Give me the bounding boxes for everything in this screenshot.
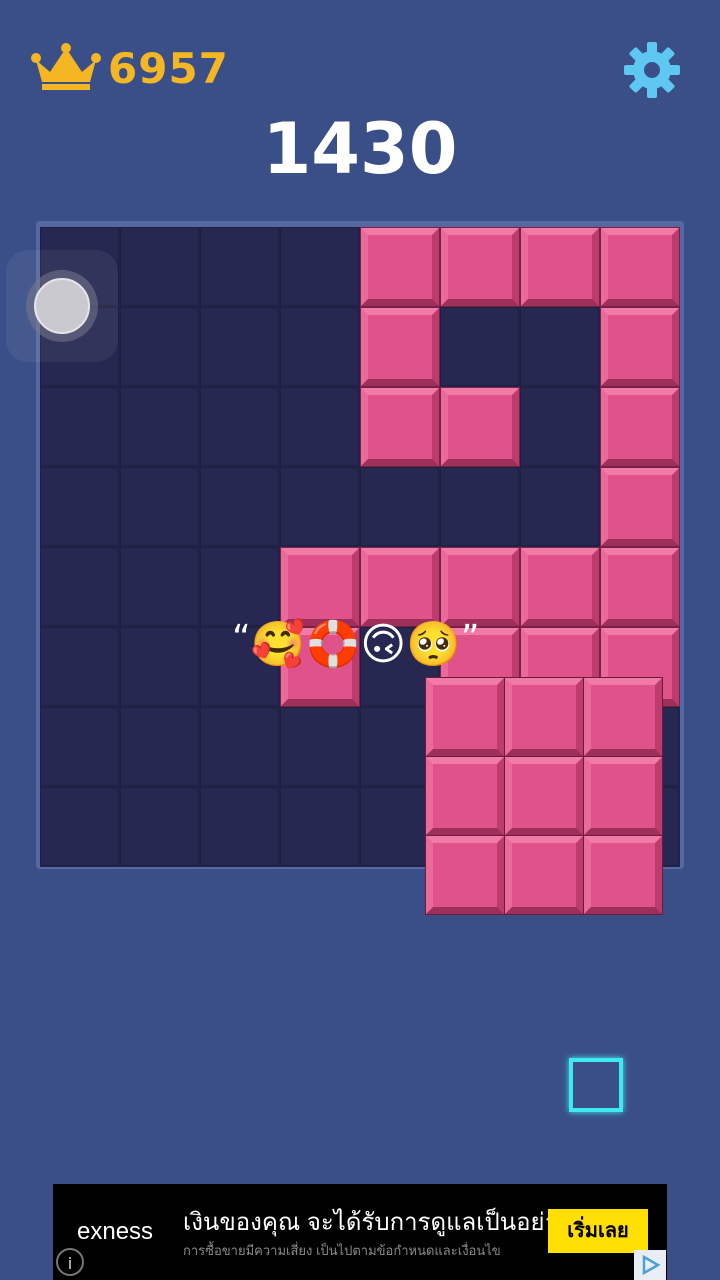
board-block — [441, 388, 519, 466]
board-block — [361, 228, 439, 306]
ad-cta-button[interactable]: เริ่มเลย — [548, 1209, 648, 1253]
board-cell[interactable] — [120, 387, 199, 466]
board-cell[interactable] — [40, 387, 119, 466]
board-cell[interactable] — [440, 467, 519, 546]
board-block — [441, 228, 519, 306]
board-block — [361, 388, 439, 466]
board-cell[interactable] — [200, 307, 279, 386]
board-cell[interactable] — [520, 307, 599, 386]
ad-info-icon[interactable]: i — [56, 1248, 84, 1276]
emoji-caption: “🥰🛟🙃🥺” — [232, 618, 480, 670]
board-block — [441, 548, 519, 626]
board-block — [521, 548, 599, 626]
board-cell[interactable] — [280, 787, 359, 866]
board-cell[interactable] — [40, 707, 119, 786]
board-cell[interactable] — [200, 547, 279, 626]
board-block — [601, 308, 679, 386]
board-cell[interactable] — [40, 467, 119, 546]
ad-headline: เงินของคุณ จะได้รับการดูแลเป็นอย่างดี — [183, 1209, 586, 1236]
board-cell[interactable] — [120, 227, 199, 306]
board-cell[interactable] — [200, 387, 279, 466]
board-block — [361, 548, 439, 626]
caption-emojis: 🥰🛟🙃🥺 — [250, 619, 461, 670]
board-cell[interactable] — [200, 787, 279, 866]
board-cell[interactable] — [200, 467, 279, 546]
open-quote: “ — [232, 618, 251, 659]
board-block — [601, 228, 679, 306]
current-score: 1430 — [262, 108, 458, 190]
board-block — [361, 308, 439, 386]
board-cell[interactable] — [520, 387, 599, 466]
dragged-piece-block — [505, 836, 583, 914]
board-block — [601, 548, 679, 626]
ad-choices-icon[interactable] — [634, 1250, 666, 1280]
board-block — [521, 228, 599, 306]
top-bar: 6957 — [0, 0, 720, 110]
gear-icon[interactable] — [622, 40, 682, 100]
board-cell[interactable] — [120, 627, 199, 706]
board-cell[interactable] — [120, 307, 199, 386]
board-cell[interactable] — [280, 707, 359, 786]
crown-icon — [31, 43, 101, 90]
board-cell[interactable] — [120, 787, 199, 866]
board-block — [281, 548, 359, 626]
close-quote: ” — [460, 618, 480, 659]
board-block — [601, 468, 679, 546]
assistive-touch-knob — [34, 278, 90, 334]
ad-subtext: การซื้อขายมีความเสี่ยง เป็นไปตามข้อกำหนด… — [183, 1243, 501, 1258]
board-cell[interactable] — [200, 227, 279, 306]
board-cell[interactable] — [40, 787, 119, 866]
ad-banner[interactable]: exness เงินของคุณ จะได้รับการดูแลเป็นอย่… — [53, 1184, 667, 1280]
dragged-piece-block — [426, 836, 504, 914]
board-cell[interactable] — [440, 307, 519, 386]
board-cell[interactable] — [40, 547, 119, 626]
board-cell[interactable] — [360, 467, 439, 546]
dragged-piece-block — [426, 678, 504, 756]
board-cell[interactable] — [120, 707, 199, 786]
dragged-piece-block — [505, 757, 583, 835]
board-cell[interactable] — [120, 467, 199, 546]
board-cell[interactable] — [40, 627, 119, 706]
board-cell[interactable] — [280, 227, 359, 306]
board-block — [601, 388, 679, 466]
board-cell[interactable] — [280, 467, 359, 546]
board-cell[interactable] — [280, 307, 359, 386]
tray-piece[interactable] — [569, 1058, 623, 1112]
board-cell[interactable] — [120, 547, 199, 626]
dragged-piece-block — [584, 757, 662, 835]
board-cell[interactable] — [520, 467, 599, 546]
ad-brand: exness — [77, 1218, 154, 1245]
board-cell[interactable] — [200, 707, 279, 786]
dragged-piece-block — [584, 836, 662, 914]
best-score: 6957 — [108, 44, 229, 93]
dragged-piece-block — [426, 757, 504, 835]
dragged-piece-block — [505, 678, 583, 756]
dragged-piece-block — [584, 678, 662, 756]
board-cell[interactable] — [280, 387, 359, 466]
